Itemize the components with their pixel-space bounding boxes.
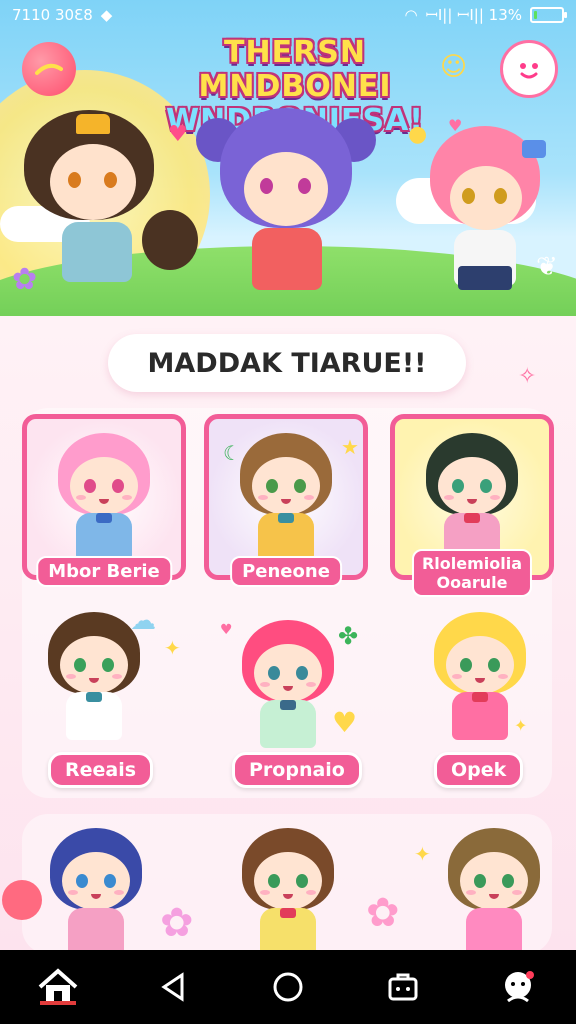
status-time: 7110 30Ɛ8 xyxy=(12,6,93,24)
flower-icon: ✿ xyxy=(366,890,400,936)
bottom-nav-bar xyxy=(0,950,576,1024)
smiley-star-icon: ☺ xyxy=(440,52,468,82)
character-name-label: Propnaio xyxy=(232,752,362,788)
section-title: MADDAK TIARUE!! xyxy=(108,334,466,392)
character-figure-4[interactable] xyxy=(36,822,156,962)
banner-character-purple xyxy=(196,108,376,308)
balloon-icon[interactable] xyxy=(22,42,76,96)
character-card-2[interactable]: ☾ ★ Peneone xyxy=(204,414,368,587)
character-name-label: Reeais xyxy=(48,752,154,788)
notification-icon: ◆ xyxy=(100,6,113,24)
home-circle-icon[interactable] xyxy=(258,957,318,1017)
back-icon[interactable] xyxy=(143,957,203,1017)
home-icon[interactable] xyxy=(28,957,88,1017)
battery-icon xyxy=(530,7,567,23)
balloon-icon[interactable] xyxy=(2,880,42,920)
character-card-3[interactable]: Rlolemiolia Ooarule xyxy=(390,414,554,597)
banner-character-brown xyxy=(24,100,198,300)
character-card-1[interactable]: Mbor Berie xyxy=(22,414,186,587)
inventory-bag-icon[interactable] xyxy=(373,957,433,1017)
character-portrait xyxy=(412,427,532,567)
lemon-icon: ● xyxy=(408,122,428,147)
signal-readout: ꟷI|| ꟷI|| 13% xyxy=(425,6,522,24)
sparkle-icon: ✧ xyxy=(518,364,537,389)
character-portrait xyxy=(226,427,346,567)
character-name-label: Mbor Berie xyxy=(36,556,172,587)
clover-icon: ✤ xyxy=(338,622,359,650)
star-icon: ★ xyxy=(341,435,359,459)
flower-icon: ✿ xyxy=(160,900,194,946)
heart-icon: ♥ xyxy=(220,622,233,638)
character-portrait xyxy=(44,427,164,567)
cloud-icon: ☁ xyxy=(130,606,156,636)
character-name-label: Peneone xyxy=(230,556,342,587)
character-figure-6[interactable] xyxy=(434,822,554,962)
heart-icon: ♥ xyxy=(332,706,358,739)
star-icon: ✦ xyxy=(164,636,181,660)
name-line-1: Rlolemiolia xyxy=(421,554,523,573)
moon-icon: ☾ xyxy=(223,441,241,465)
profile-avatar-icon[interactable] xyxy=(488,957,548,1017)
character-name-label: Opek xyxy=(434,752,524,788)
banner-character-pink xyxy=(430,126,550,306)
wifi-icon: ◠ xyxy=(404,6,418,24)
title-line-1: THERSN MNDBONEI xyxy=(198,35,392,104)
status-bar: 7110 30Ɛ8 ◆ ◠ ꟷI|| ꟷI|| 13% xyxy=(0,0,576,30)
name-line-2: Ooarule xyxy=(436,573,508,592)
sparkle-icon: ✦ xyxy=(514,716,528,735)
character-name-label: Rlolemiolia Ooarule xyxy=(411,549,533,597)
chat-bubble-icon[interactable] xyxy=(500,40,558,98)
game-banner: THERSN MNDBONEI WNDRONIESA! ☺ ● ♥ ♥ ✿ ❦ xyxy=(0,0,576,316)
sparkle-icon: ✦ xyxy=(414,842,431,866)
character-figure-2[interactable] xyxy=(228,614,348,754)
character-figure-5[interactable] xyxy=(228,822,348,962)
